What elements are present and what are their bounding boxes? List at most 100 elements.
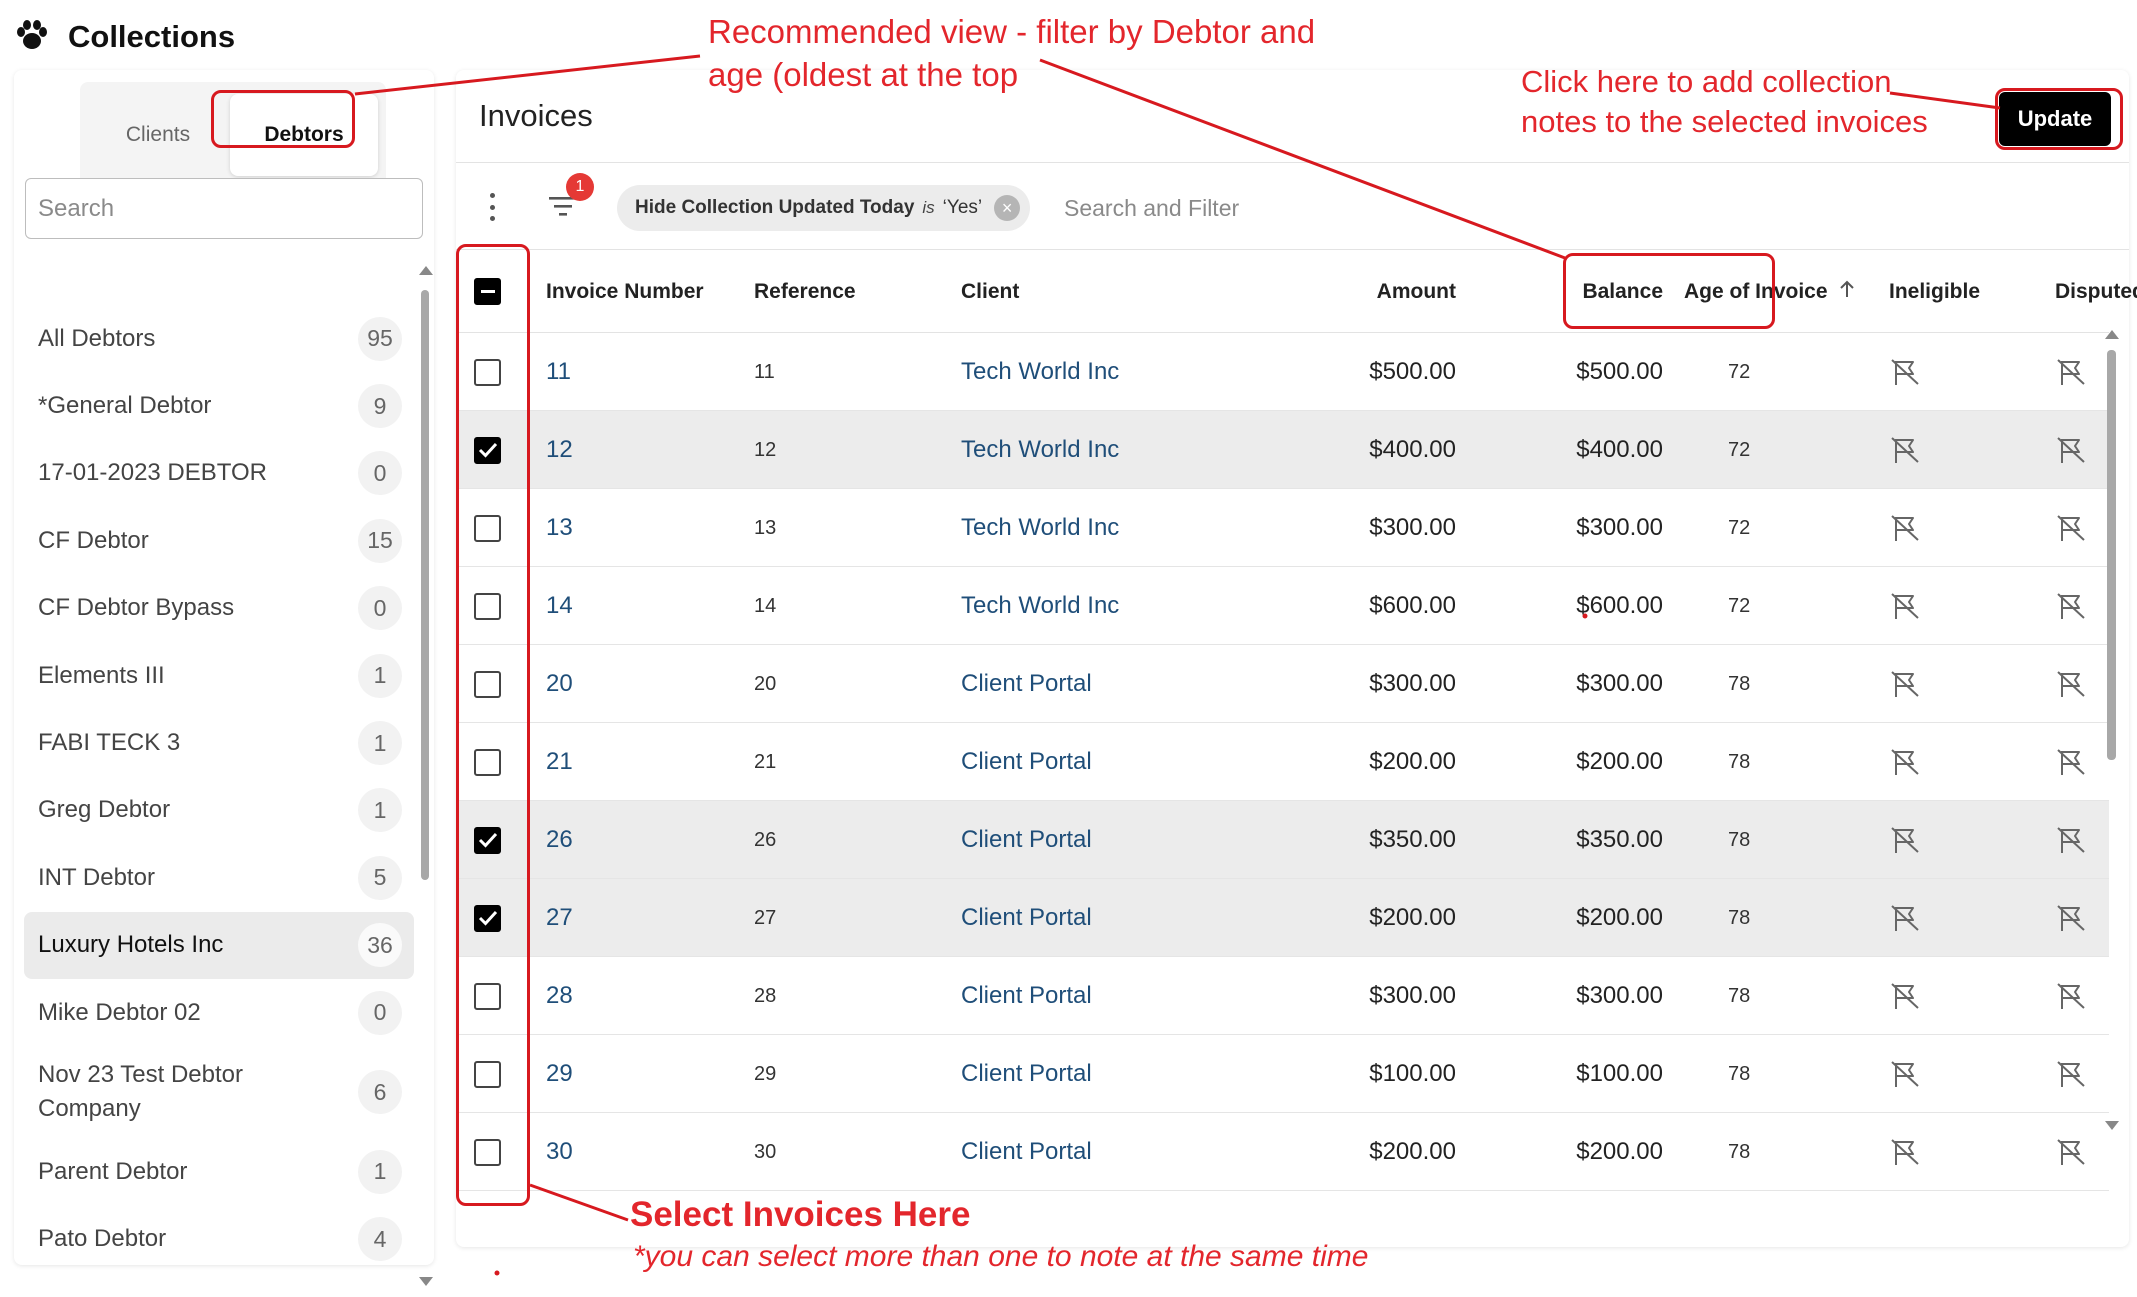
invoice-number-link[interactable]: 11: [546, 333, 571, 411]
flag-off-icon[interactable]: [2055, 801, 2087, 879]
flag-off-icon[interactable]: [1889, 489, 1921, 567]
flag-off-icon[interactable]: [1889, 333, 1921, 411]
debtor-item[interactable]: Luxury Hotels Inc 36: [24, 911, 414, 979]
invoice-number-link[interactable]: 26: [546, 801, 573, 879]
client-link[interactable]: Client Portal: [961, 801, 1092, 879]
debtor-count-badge: 0: [358, 451, 402, 496]
col-invoice-number[interactable]: Invoice Number: [546, 250, 704, 333]
table-row[interactable]: 30 30 Client Portal $200.00 $200.00 78: [456, 1113, 2109, 1191]
tab-clients[interactable]: Clients: [88, 94, 228, 176]
sidebar-scroll-thumb[interactable]: [421, 290, 429, 880]
flag-off-icon[interactable]: [1889, 645, 1921, 723]
flag-off-icon[interactable]: [2055, 957, 2087, 1035]
filter-count-badge: 1: [566, 173, 594, 201]
flag-off-icon[interactable]: [1889, 411, 1921, 489]
debtor-item[interactable]: Elements III 1: [24, 642, 414, 709]
col-client[interactable]: Client: [961, 250, 1019, 333]
table-scrollbar[interactable]: [2104, 330, 2120, 1130]
invoice-number-link[interactable]: 14: [546, 567, 573, 645]
table-row[interactable]: 11 11 Tech World Inc $500.00 $500.00 72: [456, 333, 2109, 411]
debtor-count-badge: 1: [358, 788, 402, 833]
debtor-item[interactable]: Mike Debtor 02 0: [24, 979, 414, 1046]
col-ineligible[interactable]: Ineligible: [1889, 250, 1980, 333]
client-link[interactable]: Tech World Inc: [961, 567, 1119, 645]
table-scroll-thumb[interactable]: [2107, 350, 2116, 760]
table-row[interactable]: 28 28 Client Portal $300.00 $300.00 78: [456, 957, 2109, 1035]
client-link[interactable]: Client Portal: [961, 645, 1092, 723]
debtor-item[interactable]: *General Debtor 9: [24, 372, 414, 439]
table-row[interactable]: 14 14 Tech World Inc $600.00 $600.00 72: [456, 567, 2109, 645]
scroll-up-icon[interactable]: [2105, 330, 2119, 339]
flag-off-icon[interactable]: [1889, 1113, 1921, 1191]
table-row[interactable]: 26 26 Client Portal $350.00 $350.00 78: [456, 801, 2109, 879]
chip-field: Hide Collection Updated Today: [635, 197, 915, 218]
scroll-up-icon[interactable]: [419, 266, 433, 275]
invoice-number-link[interactable]: 20: [546, 645, 573, 723]
table-row[interactable]: 12 12 Tech World Inc $400.00 $400.00 72: [456, 411, 2109, 489]
col-disputed[interactable]: Disputed: [2055, 250, 2137, 333]
debtor-item[interactable]: Parent Debtor 1: [24, 1138, 414, 1205]
flag-off-icon[interactable]: [2055, 411, 2087, 489]
debtor-name: FABI TECK 3: [38, 729, 181, 757]
more-options-icon[interactable]: [488, 193, 496, 221]
table-row[interactable]: 27 27 Client Portal $200.00 $200.00 78: [456, 879, 2109, 957]
client-link[interactable]: Tech World Inc: [961, 489, 1119, 567]
update-hint-annotation: Click here to add collection notes to th…: [1521, 62, 1928, 142]
flag-off-icon[interactable]: [2055, 723, 2087, 801]
debtor-name: 17-01-2023 DEBTOR: [38, 459, 268, 487]
table-row[interactable]: 20 20 Client Portal $300.00 $300.00 78: [456, 645, 2109, 723]
invoice-number-link[interactable]: 21: [546, 723, 573, 801]
flag-off-icon[interactable]: [1889, 1035, 1921, 1113]
invoice-number-link[interactable]: 12: [546, 411, 573, 489]
client-link[interactable]: Client Portal: [961, 1113, 1092, 1191]
debtor-item[interactable]: FABI TECK 3 1: [24, 709, 414, 776]
invoice-number-link[interactable]: 13: [546, 489, 573, 567]
flag-off-icon[interactable]: [2055, 1113, 2087, 1191]
debtor-item[interactable]: 17-01-2023 DEBTOR 0: [24, 440, 414, 507]
table-row[interactable]: 13 13 Tech World Inc $300.00 $300.00 72: [456, 489, 2109, 567]
flag-off-icon[interactable]: [2055, 333, 2087, 411]
flag-off-icon[interactable]: [1889, 723, 1921, 801]
search-filter-input[interactable]: [1064, 185, 1564, 231]
client-link[interactable]: Client Portal: [961, 957, 1092, 1035]
debtor-item[interactable]: All Debtors 95: [24, 305, 414, 372]
debtor-item[interactable]: Pato Debtor 4: [24, 1206, 414, 1273]
client-link[interactable]: Client Portal: [961, 723, 1092, 801]
scroll-down-icon[interactable]: [419, 1277, 433, 1286]
invoice-number-link[interactable]: 29: [546, 1035, 573, 1113]
flag-off-icon[interactable]: [1889, 567, 1921, 645]
flag-off-icon[interactable]: [1889, 801, 1921, 879]
balance-cell: $200.00: [1576, 1138, 1663, 1165]
client-link[interactable]: Client Portal: [961, 879, 1092, 957]
age-cell: 78: [1728, 672, 1751, 695]
flag-off-icon[interactable]: [2055, 1035, 2087, 1113]
age-cell: 78: [1728, 750, 1751, 773]
debtor-item[interactable]: Nov 23 Test Debtor Company 6: [24, 1046, 414, 1138]
invoice-number-link[interactable]: 27: [546, 879, 573, 957]
debtor-item[interactable]: CF Debtor 15: [24, 507, 414, 574]
filter-chip[interactable]: Hide Collection Updated Today is ‘Yes’ ×: [617, 185, 1031, 231]
debtor-item[interactable]: CF Debtor Bypass 0: [24, 575, 414, 642]
debtor-item[interactable]: Greg Debtor 1: [24, 777, 414, 844]
flag-off-icon[interactable]: [1889, 957, 1921, 1035]
client-link[interactable]: Tech World Inc: [961, 333, 1119, 411]
reference-cell: 29: [754, 1062, 777, 1085]
client-link[interactable]: Client Portal: [961, 1035, 1092, 1113]
debtor-search-input[interactable]: [25, 178, 423, 239]
flag-off-icon[interactable]: [2055, 567, 2087, 645]
invoice-number-link[interactable]: 30: [546, 1113, 573, 1191]
table-row[interactable]: 29 29 Client Portal $100.00 $100.00 78: [456, 1035, 2109, 1113]
client-link[interactable]: Tech World Inc: [961, 411, 1119, 489]
col-reference[interactable]: Reference: [754, 250, 856, 333]
flag-off-icon[interactable]: [2055, 489, 2087, 567]
flag-off-icon[interactable]: [2055, 879, 2087, 957]
table-row[interactable]: 21 21 Client Portal $200.00 $200.00 78: [456, 723, 2109, 801]
sidebar-scrollbar[interactable]: [417, 266, 433, 1286]
flag-off-icon[interactable]: [1889, 879, 1921, 957]
scroll-down-icon[interactable]: [2105, 1121, 2119, 1130]
update-button-highlight: [1995, 88, 2123, 150]
flag-off-icon[interactable]: [2055, 645, 2087, 723]
debtor-item[interactable]: INT Debtor 5: [24, 844, 414, 911]
invoice-number-link[interactable]: 28: [546, 957, 573, 1035]
close-icon[interactable]: ×: [994, 195, 1021, 221]
